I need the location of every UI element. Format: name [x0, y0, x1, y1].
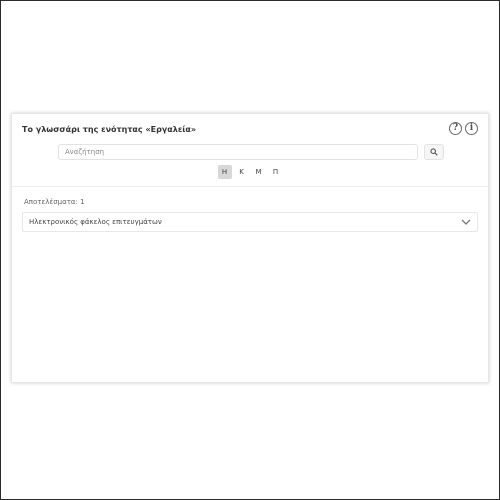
glossary-title: Το γλωσσάρι της ενότητας «Εργαλεία» — [22, 125, 197, 134]
search-icon — [430, 148, 438, 156]
results-count: Αποτελέσματα: 1 — [24, 198, 85, 206]
glossary-entry-label: Ηλεκτρονικός φάκελος επιτευγμάτων — [29, 218, 162, 226]
info-circle-icon[interactable]: i — [465, 122, 478, 135]
panel-icons: ? i — [449, 122, 478, 135]
search-input[interactable] — [58, 144, 418, 160]
letter-filter-mu[interactable]: Μ — [252, 165, 266, 179]
search-row — [58, 144, 444, 160]
letter-filter-kappa[interactable]: Κ — [235, 165, 249, 179]
letter-filter: Η Κ Μ Π — [12, 165, 488, 179]
search-button[interactable] — [424, 144, 444, 160]
letter-filter-pi[interactable]: Π — [269, 165, 283, 179]
letter-filter-eta[interactable]: Η — [217, 165, 232, 179]
question-circle-icon[interactable]: ? — [449, 122, 462, 135]
chevron-down-icon — [461, 219, 471, 225]
divider — [12, 186, 488, 187]
glossary-panel: Το γλωσσάρι της ενότητας «Εργαλεία» ? i … — [11, 113, 489, 383]
glossary-entry[interactable]: Ηλεκτρονικός φάκελος επιτευγμάτων — [22, 212, 478, 232]
